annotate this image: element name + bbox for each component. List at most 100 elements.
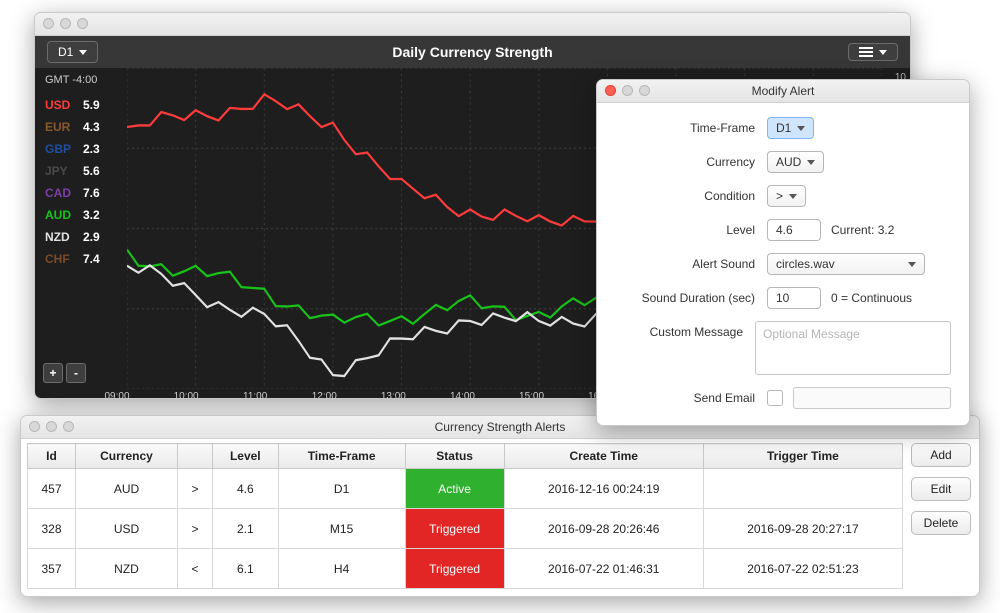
modify-alert-dialog: Modify Alert Time-Frame D1 Currency AUD … bbox=[596, 79, 970, 426]
col-5[interactable]: Status bbox=[405, 444, 504, 469]
custom-message-input[interactable]: Optional Message bbox=[755, 321, 951, 375]
cell-id: 328 bbox=[28, 509, 76, 549]
level-label: Level bbox=[615, 223, 767, 237]
cell-trigger: 2016-07-22 02:51:23 bbox=[703, 549, 902, 589]
col-1[interactable]: Currency bbox=[76, 444, 178, 469]
timeframe-value: D1 bbox=[776, 121, 791, 135]
close-icon[interactable] bbox=[605, 85, 616, 96]
alert-sound-value: circles.wav bbox=[776, 257, 835, 271]
chevron-down-icon bbox=[908, 262, 916, 267]
x-tick: 12:00 bbox=[312, 391, 337, 399]
cell-status: Active bbox=[405, 469, 504, 509]
timeframe-dropdown[interactable]: D1 bbox=[767, 117, 814, 139]
cell-level: 2.1 bbox=[212, 509, 278, 549]
chart-legend-panel: GMT -4:00 USD5.9 EUR 4.3 GBP2.3 JPY5.6 CAD7.6… bbox=[35, 68, 127, 389]
table-row[interactable]: 457AUD>4.6D1Active2016-12-16 00:24:19 bbox=[28, 469, 903, 509]
sound-duration-input[interactable]: 10 bbox=[767, 287, 821, 309]
x-tick: 15:00 bbox=[519, 391, 544, 399]
legend-value: 5.9 bbox=[83, 98, 100, 112]
chart-toolbar: D1 Daily Currency Strength bbox=[35, 36, 910, 68]
zoom-in-button[interactable]: + bbox=[43, 363, 63, 383]
x-tick: 13:00 bbox=[381, 391, 406, 399]
legend-value: 3.2 bbox=[83, 208, 100, 222]
alert-sound-dropdown[interactable]: circles.wav bbox=[767, 253, 925, 275]
col-4[interactable]: Time-Frame bbox=[278, 444, 405, 469]
send-email-label: Send Email bbox=[615, 391, 767, 405]
alerts-table[interactable]: IdCurrency LevelTime-FrameStatusCreate Ti… bbox=[27, 443, 903, 589]
table-body[interactable]: 457AUD>4.6D1Active2016-12-16 00:24:19328… bbox=[28, 469, 903, 589]
legend-value: 7.4 bbox=[83, 252, 100, 266]
legend-code: AUD bbox=[45, 208, 77, 222]
legend-cad[interactable]: CAD7.6 bbox=[45, 186, 127, 200]
x-tick: 11:00 bbox=[243, 391, 267, 399]
send-email-checkbox[interactable] bbox=[767, 390, 783, 406]
legend-code: EUR bbox=[45, 120, 77, 134]
dialog-title-bar: Modify Alert bbox=[597, 80, 969, 103]
col-0[interactable]: Id bbox=[28, 444, 76, 469]
zoom-icon[interactable] bbox=[77, 18, 88, 29]
cell-trigger bbox=[703, 469, 902, 509]
cell-currency: NZD bbox=[76, 549, 178, 589]
currency-label: Currency bbox=[615, 155, 767, 169]
col-3[interactable]: Level bbox=[212, 444, 278, 469]
legend-aud[interactable]: AUD 3.2 bbox=[45, 208, 127, 222]
legend-usd[interactable]: USD5.9 bbox=[45, 98, 127, 112]
currency-dropdown[interactable]: AUD bbox=[767, 151, 824, 173]
alert-sound-label: Alert Sound bbox=[615, 257, 767, 271]
table-head: IdCurrency LevelTime-FrameStatusCreate Ti… bbox=[28, 444, 903, 469]
chart-title-bar bbox=[35, 13, 910, 36]
minimize-icon[interactable] bbox=[622, 85, 633, 96]
level-input[interactable]: 4.6 bbox=[767, 219, 821, 241]
chevron-down-icon bbox=[789, 194, 797, 199]
x-tick: 14:00 bbox=[450, 391, 475, 399]
condition-value: > bbox=[776, 189, 783, 203]
cell-level: 6.1 bbox=[212, 549, 278, 589]
legend-nzd[interactable]: NZD 2.9 bbox=[45, 230, 127, 244]
email-input[interactable] bbox=[793, 387, 951, 409]
condition-label: Condition bbox=[615, 189, 767, 203]
cell-tf: H4 bbox=[278, 549, 405, 589]
legend-value: 4.3 bbox=[83, 120, 100, 134]
chevron-down-icon bbox=[807, 160, 815, 165]
legend-code: NZD bbox=[45, 230, 77, 244]
cell-cond: > bbox=[177, 509, 212, 549]
legend-value: 7.6 bbox=[83, 186, 100, 200]
table-row[interactable]: 357NZD<6.1H4Triggered2016-07-22 01:46:31… bbox=[28, 549, 903, 589]
edit-button[interactable]: Edit bbox=[911, 477, 971, 501]
legend-gbp[interactable]: GBP2.3 bbox=[45, 142, 127, 156]
minimize-icon[interactable] bbox=[46, 421, 57, 432]
add-button[interactable]: Add bbox=[911, 443, 971, 467]
cell-cond: > bbox=[177, 469, 212, 509]
currency-value: AUD bbox=[776, 155, 801, 169]
minimize-icon[interactable] bbox=[60, 18, 71, 29]
cell-create: 2016-07-22 01:46:31 bbox=[504, 549, 703, 589]
timezone-label: GMT -4:00 bbox=[45, 74, 127, 86]
chart-title: Daily Currency Strength bbox=[35, 44, 910, 60]
close-icon[interactable] bbox=[43, 18, 54, 29]
cell-status: Triggered bbox=[405, 509, 504, 549]
dialog-title: Modify Alert bbox=[752, 84, 815, 98]
legend-value: 2.9 bbox=[83, 230, 100, 244]
legend-jpy[interactable]: JPY5.6 bbox=[45, 164, 127, 178]
legend-eur[interactable]: EUR 4.3 bbox=[45, 120, 127, 134]
col-2[interactable] bbox=[177, 444, 212, 469]
x-tick: 10:00 bbox=[174, 391, 199, 399]
cell-create: 2016-09-28 20:26:46 bbox=[504, 509, 703, 549]
legend-chf[interactable]: CHF7.4 bbox=[45, 252, 127, 266]
delete-button[interactable]: Delete bbox=[911, 511, 971, 535]
table-row[interactable]: 328USD>2.1M15Triggered2016-09-28 20:26:4… bbox=[28, 509, 903, 549]
cell-tf: M15 bbox=[278, 509, 405, 549]
cell-currency: AUD bbox=[76, 469, 178, 509]
cell-level: 4.6 bbox=[212, 469, 278, 509]
condition-dropdown[interactable]: > bbox=[767, 185, 806, 207]
zoom-icon[interactable] bbox=[63, 421, 74, 432]
col-7[interactable]: Trigger Time bbox=[703, 444, 902, 469]
close-icon[interactable] bbox=[29, 421, 40, 432]
alerts-window: Currency Strength Alerts IdCurrencyLevel… bbox=[20, 415, 980, 597]
cell-id: 457 bbox=[28, 469, 76, 509]
zoom-icon[interactable] bbox=[639, 85, 650, 96]
col-6[interactable]: Create Time bbox=[504, 444, 703, 469]
zoom-out-button[interactable]: - bbox=[66, 363, 86, 383]
cell-create: 2016-12-16 00:24:19 bbox=[504, 469, 703, 509]
legend-code: JPY bbox=[45, 164, 77, 178]
